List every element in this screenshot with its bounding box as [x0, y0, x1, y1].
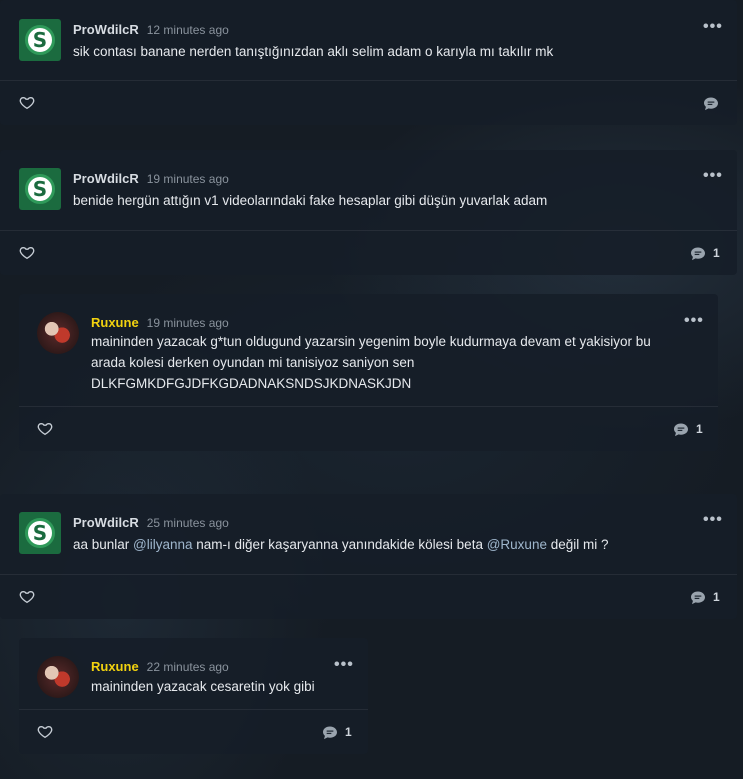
reply-card: Ruxune 19 minutes ago ••• maininden yazac…	[19, 294, 718, 451]
comment-text: benide hergün attığın v1 videolarındaki …	[73, 193, 548, 208]
avatar[interactable]: S	[19, 168, 61, 210]
reply-count[interactable]: 1	[713, 590, 720, 604]
more-options-icon[interactable]: •••	[703, 512, 723, 528]
like-heart-icon[interactable]	[37, 724, 53, 740]
comment-card: S ProWdilcR 19 minutes ago ••• benide her…	[0, 150, 737, 275]
like-heart-icon[interactable]	[19, 245, 35, 261]
more-options-icon[interactable]: •••	[684, 313, 704, 329]
comment-meta: ProWdilcR 12 minutes ago	[73, 22, 229, 37]
user-photo-avatar-icon[interactable]	[37, 312, 79, 354]
s-logo-icon: S	[25, 518, 55, 548]
comment-text: sik contası banane nerden tanıştığınızda…	[73, 44, 554, 59]
comment-text: maininden yazacak cesaretin yok gibi	[91, 679, 315, 694]
comment-footer	[0, 80, 737, 125]
avatar[interactable]: S	[19, 512, 61, 554]
comment-card: S ProWdilcR 12 minutes ago ••• sik contas…	[0, 0, 737, 125]
comment-meta: Ruxune 22 minutes ago	[91, 659, 229, 674]
author-name[interactable]: ProWdilcR	[73, 22, 139, 37]
comment-meta: ProWdilcR 25 minutes ago	[73, 515, 229, 530]
more-options-icon[interactable]: •••	[703, 19, 723, 35]
comment-bubble-icon[interactable]	[703, 96, 719, 111]
more-options-icon[interactable]: •••	[334, 657, 354, 673]
user-photo-avatar-icon[interactable]	[37, 656, 79, 698]
like-heart-icon[interactable]	[19, 95, 35, 111]
comment-meta: Ruxune 19 minutes ago	[91, 315, 229, 330]
reply-count[interactable]: 1	[713, 246, 720, 260]
text-segment: nam-ı diğer kaşaryanna yanındakide köles…	[192, 537, 487, 552]
timestamp: 12 minutes ago	[146, 23, 229, 37]
reply-card: Ruxune 22 minutes ago ••• maininden yazac…	[19, 638, 368, 754]
comment-footer: 1	[19, 709, 368, 754]
comment-footer: 1	[0, 574, 737, 619]
comment-text: maininden yazacak g*tun oldugund yazarsi…	[91, 334, 651, 391]
like-heart-icon[interactable]	[19, 589, 35, 605]
comment-meta: ProWdilcR 19 minutes ago	[73, 171, 229, 186]
author-name[interactable]: ProWdilcR	[73, 171, 139, 186]
comment-bubble-icon[interactable]	[673, 422, 689, 437]
author-name[interactable]: Ruxune	[91, 659, 139, 674]
text-segment: değil mi ?	[546, 537, 609, 552]
s-logo-icon: S	[25, 25, 55, 55]
comment-text: aa bunlar @lilyanna nam-ı diğer kaşaryan…	[73, 534, 713, 555]
timestamp: 19 minutes ago	[146, 172, 229, 186]
timestamp: 19 minutes ago	[146, 316, 229, 330]
comment-footer: 1	[19, 406, 718, 451]
mention-link[interactable]: @lilyanna	[133, 537, 192, 552]
comment-card: S ProWdilcR 25 minutes ago ••• aa bunlar …	[0, 494, 737, 619]
comment-footer: 1	[0, 230, 737, 275]
comment-bubble-icon[interactable]	[322, 725, 338, 740]
mention-link[interactable]: @Ruxune	[487, 537, 547, 552]
like-heart-icon[interactable]	[37, 421, 53, 437]
more-options-icon[interactable]: •••	[703, 168, 723, 184]
s-logo-icon: S	[25, 174, 55, 204]
timestamp: 22 minutes ago	[146, 660, 229, 674]
reply-count[interactable]: 1	[345, 725, 352, 739]
author-name[interactable]: Ruxune	[91, 315, 139, 330]
text-segment: aa bunlar	[73, 537, 134, 552]
author-name[interactable]: ProWdilcR	[73, 515, 139, 530]
avatar[interactable]: S	[19, 19, 61, 61]
timestamp: 25 minutes ago	[146, 516, 229, 530]
comment-bubble-icon[interactable]	[690, 590, 706, 605]
reply-count[interactable]: 1	[696, 422, 703, 436]
comment-bubble-icon[interactable]	[690, 246, 706, 261]
